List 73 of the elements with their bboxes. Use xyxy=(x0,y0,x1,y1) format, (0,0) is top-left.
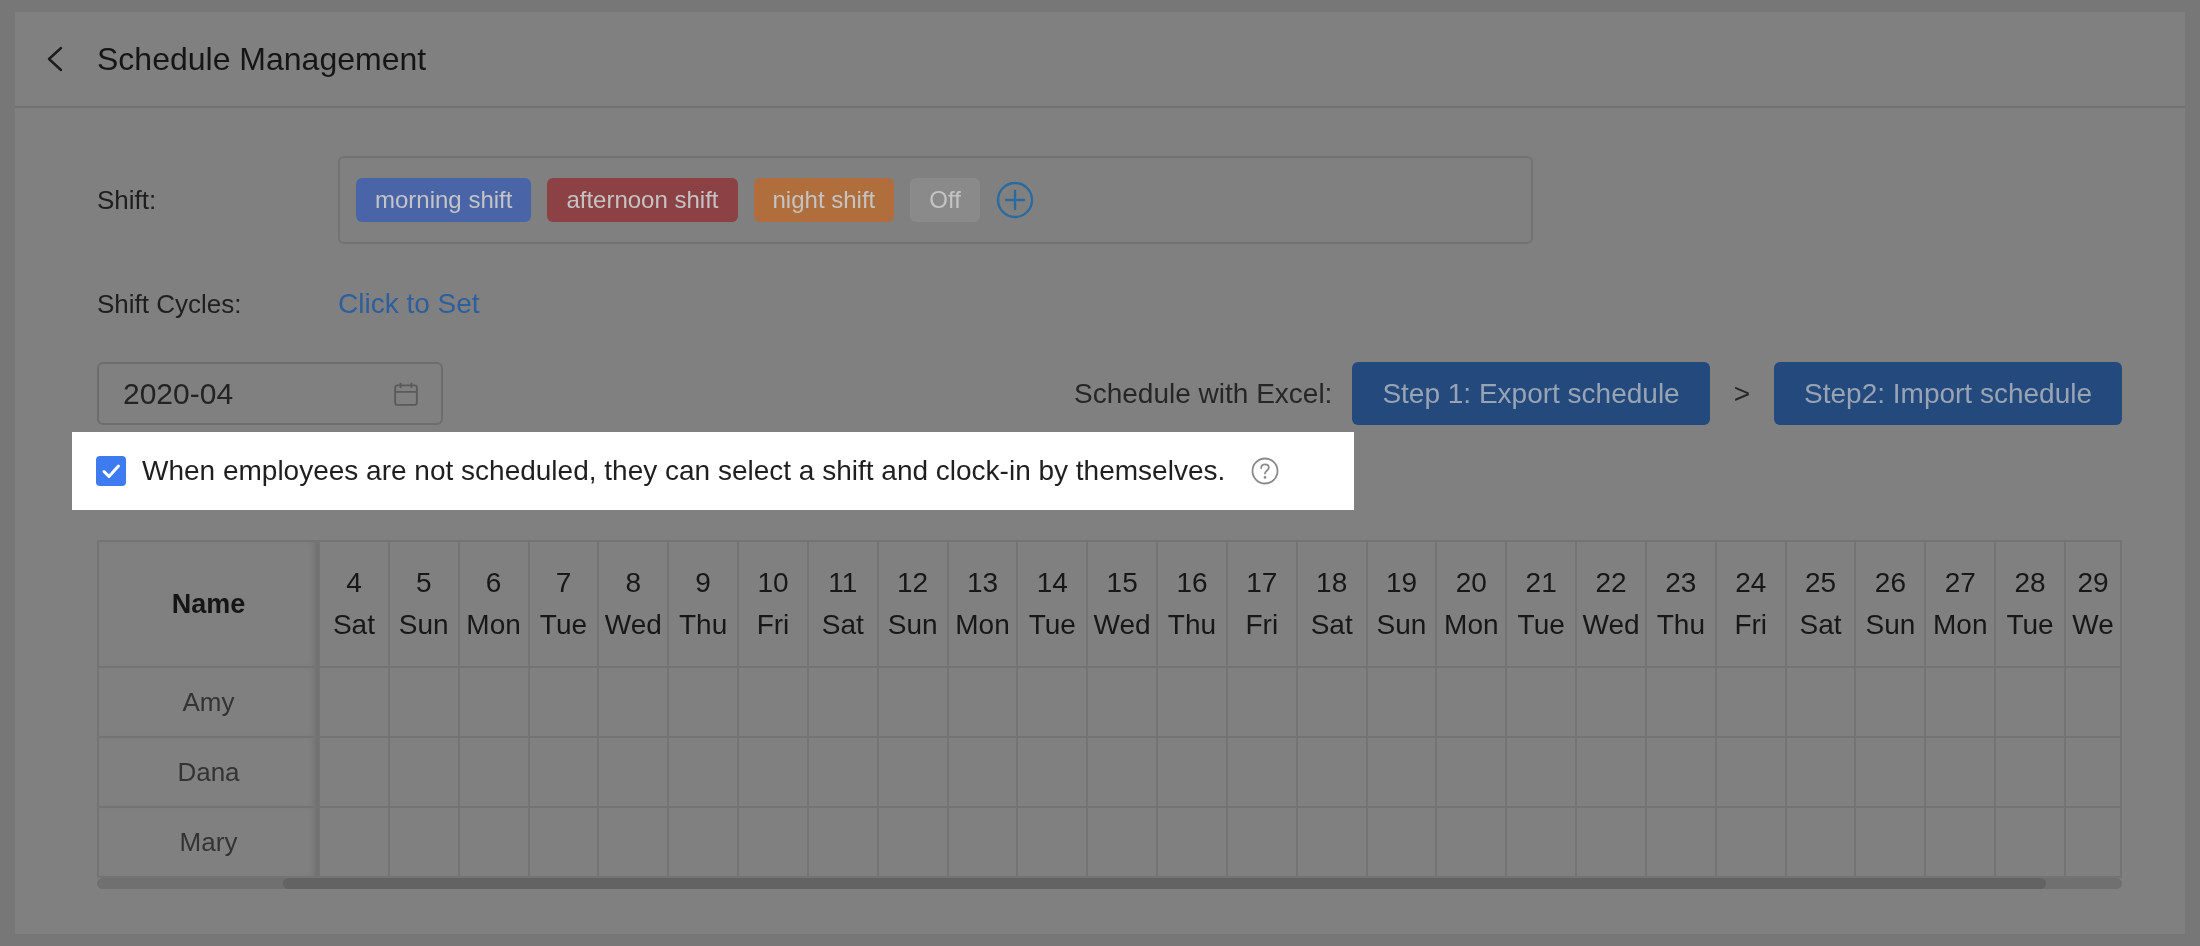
step-button[interactable]: Step2: Import schedule xyxy=(1774,362,2122,425)
shift-tag[interactable]: night shift xyxy=(753,178,895,222)
date-label: 20 xyxy=(1455,566,1487,600)
form-label: Shift: xyxy=(97,183,158,217)
weekday-label: Tue xyxy=(539,608,588,642)
weekday-label: Mon xyxy=(1933,608,1988,642)
date-label: 11 xyxy=(828,566,858,600)
date-label: 25 xyxy=(1804,566,1837,600)
weekday-label: Sun xyxy=(1865,608,1916,642)
chevron-left-icon[interactable] xyxy=(45,46,65,72)
weekday-label: Fri xyxy=(756,608,790,642)
weekday-label: Mon xyxy=(1444,608,1499,642)
checkbox-label: When employees are not scheduled, they can select a shift and clock-in by themselves. xyxy=(142,454,1226,488)
calendar-icon xyxy=(393,380,419,407)
weekday-label: Fri xyxy=(1245,608,1279,642)
checkbox[interactable] xyxy=(96,456,126,486)
weekday-label: Mon xyxy=(955,608,1010,642)
date-label: 16 xyxy=(1176,566,1208,600)
date-label: 13 xyxy=(966,566,999,600)
weekday-label: Fri xyxy=(1734,608,1768,642)
date-label: 27 xyxy=(1944,566,1976,600)
date-label: 24 xyxy=(1735,566,1767,600)
weekday-label: Thu xyxy=(1656,608,1705,642)
page-title: Schedule Management xyxy=(97,39,427,79)
step-button[interactable]: Step 1: Export schedule xyxy=(1352,362,1710,425)
date-label: 29 xyxy=(2077,566,2109,600)
date-label: 21 xyxy=(1525,566,1557,600)
weekday-label: Sat xyxy=(1799,608,1842,642)
date-label: 18 xyxy=(1316,566,1348,600)
shift-tag[interactable]: Off xyxy=(910,178,980,222)
weekday-label: Wed xyxy=(604,608,662,642)
date-label: 15 xyxy=(1106,566,1138,600)
weekday-label: Sat xyxy=(332,608,375,642)
weekday-label: Sat xyxy=(821,608,864,642)
date-label: 23 xyxy=(1665,566,1697,600)
date-label: 26 xyxy=(1874,566,1906,600)
date-label: 5 xyxy=(415,566,432,600)
form-label: Shift Cycles: xyxy=(97,287,243,321)
date-label: 8 xyxy=(625,566,642,600)
weekday-label: Wed xyxy=(1093,608,1151,642)
date-label: 9 xyxy=(695,566,711,600)
date-label: 7 xyxy=(555,566,572,600)
weekday-label: Thu xyxy=(679,608,728,642)
weekday-label: Tue xyxy=(1028,608,1076,642)
date-label: 14 xyxy=(1036,566,1068,600)
date-label: 12 xyxy=(897,566,929,600)
employee-name-cell: Amy xyxy=(99,668,320,738)
weekday-label: Sun xyxy=(1376,608,1427,642)
weekday-label: Tue xyxy=(2006,608,2054,642)
date-label: 22 xyxy=(1595,566,1627,600)
weekday-label: Sun xyxy=(887,608,938,642)
shift-tag[interactable]: afternoon shift xyxy=(547,178,738,222)
weekday-label: Sat xyxy=(1310,608,1353,642)
excel-label: Schedule with Excel: xyxy=(1074,376,1333,411)
shift-tag[interactable]: morning shift xyxy=(356,178,532,222)
weekday-label: Sun xyxy=(398,608,449,642)
employee-name-cell: Dana xyxy=(99,738,320,808)
weekday-label: Tue xyxy=(1517,608,1565,642)
date-label: 4 xyxy=(346,566,362,600)
weekday-label: Mon xyxy=(466,608,521,642)
weekday-label: Thu xyxy=(1167,608,1217,642)
weekday-label: We xyxy=(2072,608,2114,642)
column-header: Name xyxy=(99,542,320,668)
date-label: 19 xyxy=(1385,566,1418,600)
date-label: 17 xyxy=(1246,566,1278,600)
date-label: 6 xyxy=(485,566,502,600)
question-circle-icon[interactable] xyxy=(1251,457,1280,485)
month-picker-field[interactable]: 2020-04 xyxy=(97,362,443,425)
weekday-label: Wed xyxy=(1582,608,1640,642)
date-label: 10 xyxy=(757,566,789,600)
plus-circle-icon[interactable] xyxy=(995,181,1034,219)
step-separator: > xyxy=(1733,376,1751,411)
date-label: 28 xyxy=(2014,566,2046,600)
